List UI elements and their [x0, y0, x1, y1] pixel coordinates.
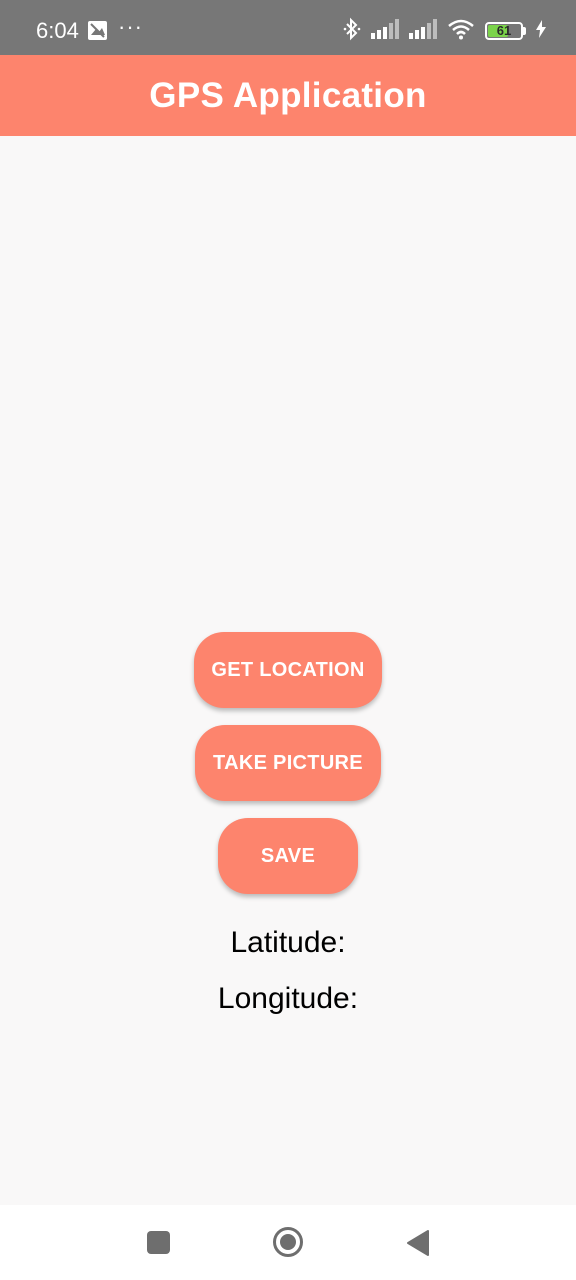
battery-body: 61 [485, 22, 523, 40]
more-notifications-icon: ··· [118, 14, 143, 39]
battery-level: 61 [496, 23, 512, 38]
save-button[interactable]: SAVE [218, 818, 358, 894]
signal-icon [409, 18, 437, 44]
status-bar: 6:04 ··· 61 [0, 0, 576, 55]
bluetooth-icon [343, 17, 361, 46]
recents-icon[interactable] [147, 1231, 170, 1254]
battery-tip [523, 27, 526, 35]
app-bar: GPS Application [0, 55, 576, 136]
signal-icon [371, 18, 399, 44]
status-time: 6:04 [36, 18, 79, 43]
wifi-icon [447, 18, 475, 45]
home-icon[interactable] [272, 1226, 304, 1258]
take-picture-button[interactable]: TAKE PICTURE [195, 725, 381, 801]
photo-icon [87, 20, 108, 41]
back-icon[interactable] [406, 1229, 430, 1257]
app-screen: 6:04 ··· 61 GPS Application GET LOCATION… [0, 0, 576, 1280]
get-location-button[interactable]: GET LOCATION [194, 632, 382, 708]
navigation-bar [0, 1205, 576, 1280]
latitude-label: Latitude: [230, 926, 346, 959]
battery-icon: 61 [485, 22, 526, 40]
longitude-label: Longitude: [217, 982, 359, 1015]
charging-icon [536, 19, 546, 43]
app-title: GPS Application [149, 75, 427, 115]
status-icons: 61 [343, 17, 546, 46]
